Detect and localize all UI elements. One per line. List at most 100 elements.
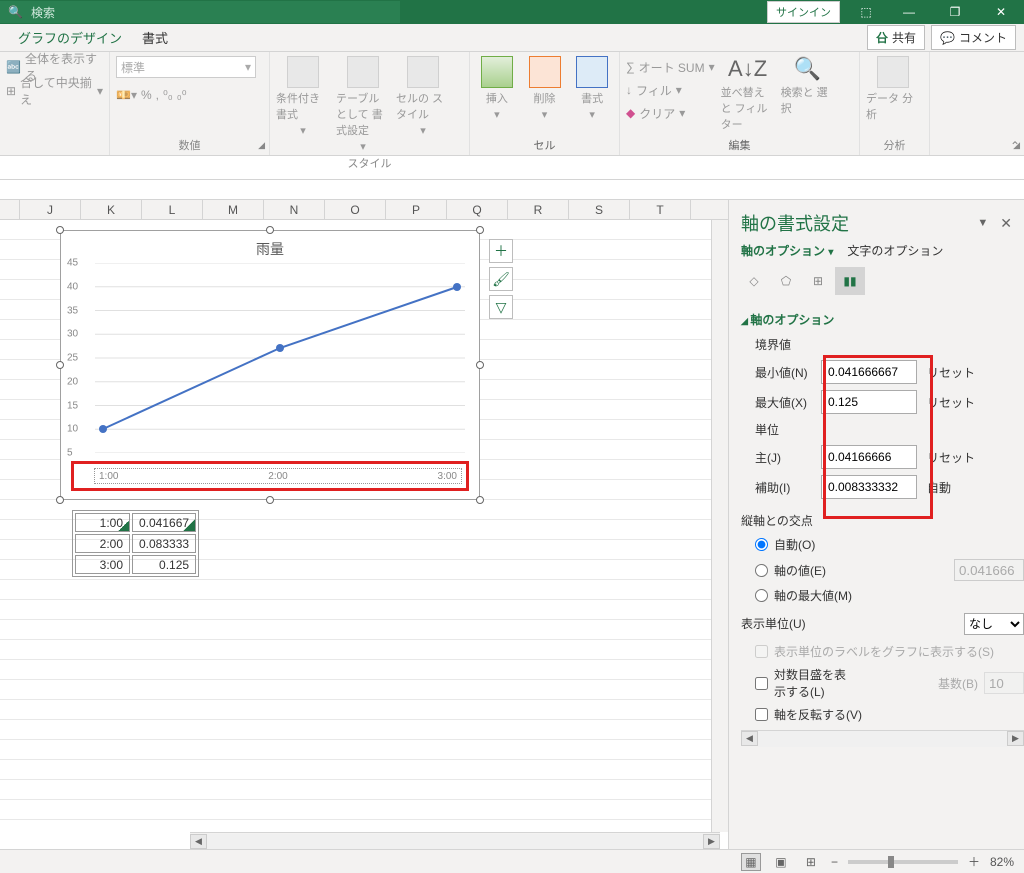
group-cells-label: セル	[476, 135, 613, 153]
scroll-left-icon[interactable]: ◀	[190, 834, 207, 849]
autosum[interactable]: ∑オート SUM▾	[626, 56, 715, 78]
group-styles-label: スタイル	[276, 153, 463, 171]
input-minor[interactable]	[821, 475, 917, 499]
view-normal-icon[interactable]: ▦	[741, 853, 761, 871]
insert-cells[interactable]: 挿入▾	[476, 56, 518, 121]
effects-icon[interactable]: ⬠	[771, 267, 801, 295]
column-headers: J K L M N O P Q R S T	[0, 200, 728, 220]
cell-styles[interactable]: セルの スタイル▾	[396, 56, 450, 137]
share-button[interactable]: 㕣共有	[867, 25, 925, 50]
vertical-scrollbar[interactable]	[711, 220, 728, 832]
panel-options-icon[interactable]: ▼	[977, 217, 988, 229]
scroll-right-icon[interactable]: ▶	[703, 834, 720, 849]
formula-bar[interactable]	[0, 180, 1024, 200]
comma-icon[interactable]: ,	[156, 88, 159, 102]
tab-axis-options[interactable]: 軸のオプション ▾	[741, 242, 833, 259]
data-analysis[interactable]: データ 分析	[866, 56, 920, 122]
panel-horizontal-scrollbar[interactable]: ◀▶	[741, 730, 1024, 747]
data-table[interactable]: 1:000.041667 2:000.083333 3:000.125	[72, 510, 199, 577]
group-analysis-label: 分析	[866, 135, 923, 153]
label-cross: 縦軸との交点	[741, 502, 1024, 533]
signin-button[interactable]: サインイン	[767, 1, 840, 23]
zoom-slider[interactable]	[848, 860, 958, 864]
input-max[interactable]	[821, 390, 917, 414]
tab-text-options[interactable]: 文字のオプション	[847, 242, 943, 259]
check-reverse-axis[interactable]	[755, 708, 768, 721]
currency-icon[interactable]: 💴▾	[116, 88, 137, 102]
chart-styles-button[interactable]: 🖌	[489, 267, 513, 291]
plot-area[interactable]: 45 40 35 30 25 20 15 10 5	[95, 263, 465, 453]
col-T[interactable]: T	[630, 200, 691, 219]
size-properties-icon[interactable]: ⊞	[803, 267, 833, 295]
radio-cross-max[interactable]	[755, 589, 768, 602]
chart-object[interactable]: 雨量 45 40 35 30 25 20 15 10 5	[60, 230, 480, 500]
view-page-layout-icon[interactable]: ▣	[771, 853, 791, 871]
name-box-area[interactable]	[0, 156, 1024, 180]
col-P[interactable]: P	[386, 200, 447, 219]
input-major[interactable]	[821, 445, 917, 469]
sort-filter[interactable]: A↓Z並べ替えと フィルター	[721, 56, 775, 132]
find-select[interactable]: 🔍検索と 選択	[781, 56, 835, 116]
input-log-base	[984, 672, 1024, 694]
radio-cross-value[interactable]	[755, 564, 768, 577]
zoom-level[interactable]: 82%	[990, 855, 1014, 869]
col-R[interactable]: R	[508, 200, 569, 219]
chart-filters-button[interactable]: ▽	[489, 295, 513, 319]
check-log-scale[interactable]	[755, 677, 768, 690]
zoom-in-icon[interactable]: ＋	[968, 853, 980, 870]
input-cross-value[interactable]	[954, 559, 1024, 581]
view-page-break-icon[interactable]: ⊞	[801, 853, 821, 871]
table-row: 3:000.125	[75, 555, 196, 574]
fill[interactable]: ↓フィル▾	[626, 79, 715, 101]
fill-line-icon[interactable]: ◇	[739, 267, 769, 295]
panel-title: 軸の書式設定	[741, 210, 977, 236]
reset-major[interactable]: リセット	[923, 447, 979, 468]
col-M[interactable]: M	[203, 200, 264, 219]
label-units: 単位	[741, 417, 1024, 442]
reset-max[interactable]: リセット	[923, 392, 979, 413]
increase-decimal-icon[interactable]: ⁰₀	[163, 88, 173, 102]
merge-center[interactable]: ⊞合して中央揃え▾	[6, 80, 103, 102]
input-min[interactable]	[821, 360, 917, 384]
zoom-out-icon[interactable]: −	[831, 855, 838, 869]
select-display-unit[interactable]: なし	[964, 613, 1024, 635]
chart-title[interactable]: 雨量	[61, 231, 479, 263]
search-box[interactable]: 🔍 検索	[0, 1, 400, 23]
panel-close-icon[interactable]: ✕	[1000, 215, 1012, 232]
close-button[interactable]: ✕	[978, 0, 1024, 24]
number-launcher-icon[interactable]: ◢	[258, 140, 265, 151]
maximize-button[interactable]: ❐	[932, 0, 978, 24]
number-format-combo[interactable]: 標準▾	[116, 56, 256, 78]
comment-button[interactable]: 💬コメント	[931, 25, 1016, 50]
x-axis-highlight: 1:00 2:00 3:00	[71, 461, 469, 491]
chart-elements-button[interactable]: ＋	[489, 239, 513, 263]
minimize-button[interactable]: —	[886, 0, 932, 24]
conditional-formatting[interactable]: 条件付き 書式▾	[276, 56, 330, 137]
decrease-decimal-icon[interactable]: ₀⁰	[177, 88, 187, 102]
axis-options-icon[interactable]: ▮▮	[835, 267, 865, 295]
percent-icon[interactable]: %	[141, 88, 152, 102]
col-K[interactable]: K	[81, 200, 142, 219]
horizontal-scrollbar[interactable]: ◀ ▶	[190, 832, 720, 849]
col-O[interactable]: O	[325, 200, 386, 219]
search-icon: 🔍	[8, 5, 23, 19]
worksheet-grid[interactable]: J K L M N O P Q R S T /*rows rendered be…	[0, 200, 728, 849]
col-Q[interactable]: Q	[447, 200, 508, 219]
reset-min[interactable]: リセット	[923, 362, 979, 383]
format-cells[interactable]: 書式▾	[571, 56, 613, 121]
section-axis-options[interactable]: 軸のオプション	[741, 307, 1024, 332]
tab-format[interactable]: 書式	[132, 24, 178, 51]
col-S[interactable]: S	[569, 200, 630, 219]
delete-cells[interactable]: 削除▾	[524, 56, 566, 121]
clear[interactable]: ◆クリア▾	[626, 102, 715, 124]
x-axis[interactable]: 1:00 2:00 3:00	[94, 468, 462, 484]
col-N[interactable]: N	[264, 200, 325, 219]
radio-cross-auto[interactable]	[755, 538, 768, 551]
col-L[interactable]: L	[142, 200, 203, 219]
tab-chart-design[interactable]: グラフのデザイン	[8, 24, 132, 51]
collapse-ribbon-icon[interactable]: ⌃	[1010, 139, 1020, 153]
format-as-table[interactable]: テーブルとして 書式設定▾	[336, 56, 390, 153]
auto-minor[interactable]: 自動	[923, 477, 955, 498]
ribbon-display-icon[interactable]: ⬚	[846, 0, 886, 24]
col-J[interactable]: J	[20, 200, 81, 219]
